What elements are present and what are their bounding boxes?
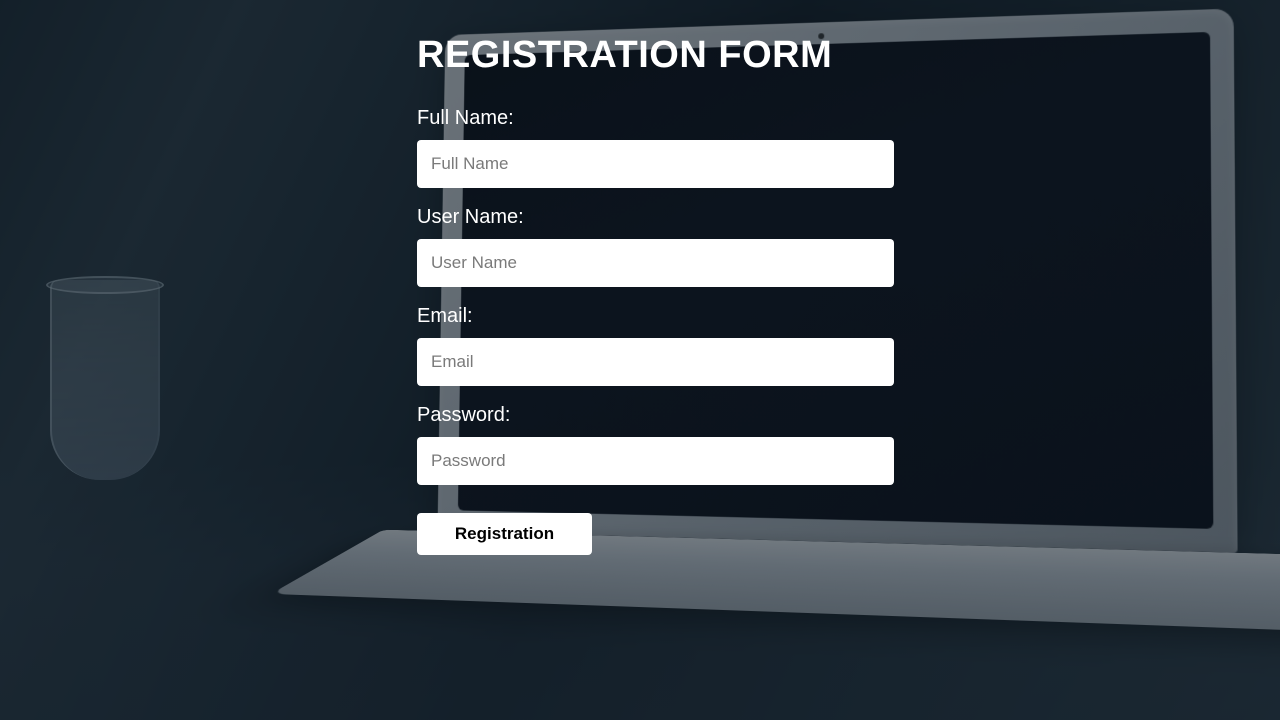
username-input[interactable]	[417, 239, 894, 287]
fullname-input[interactable]	[417, 140, 894, 188]
username-group: User Name:	[417, 206, 897, 287]
fullname-label: Full Name:	[417, 107, 897, 130]
form-title: REGISTRATION FORM	[417, 34, 897, 77]
username-label: User Name:	[417, 206, 897, 229]
email-label: Email:	[417, 305, 897, 328]
password-label: Password:	[417, 404, 897, 427]
email-input[interactable]	[417, 338, 894, 386]
password-group: Password:	[417, 404, 897, 485]
registration-button[interactable]: Registration	[417, 513, 592, 555]
email-group: Email:	[417, 305, 897, 386]
fullname-group: Full Name:	[417, 107, 897, 188]
registration-form: REGISTRATION FORM Full Name: User Name: …	[417, 34, 897, 555]
password-input[interactable]	[417, 437, 894, 485]
